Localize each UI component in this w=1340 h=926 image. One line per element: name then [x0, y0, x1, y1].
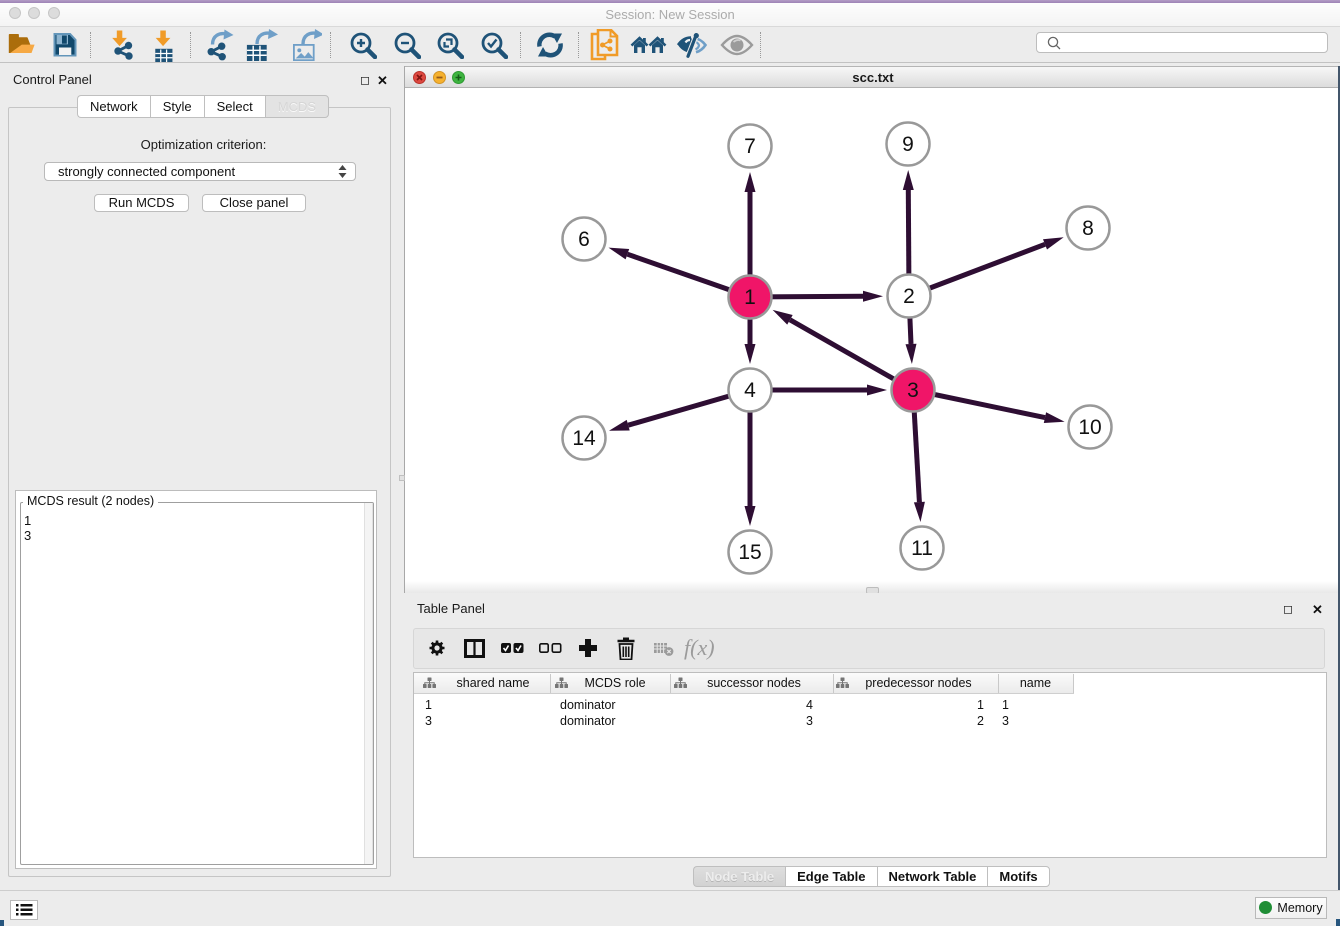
svg-text:4: 4	[744, 379, 756, 402]
svg-text:9: 9	[902, 133, 914, 156]
svg-text:10: 10	[1078, 416, 1101, 439]
svg-text:15: 15	[738, 541, 761, 564]
svg-text:14: 14	[572, 427, 596, 450]
svg-text:6: 6	[578, 228, 590, 251]
svg-text:f(x): f(x)	[684, 635, 715, 660]
svg-text:7: 7	[744, 135, 756, 158]
svg-text:8: 8	[1082, 217, 1094, 240]
svg-text:11: 11	[911, 537, 933, 560]
svg-text:2: 2	[903, 285, 915, 308]
svg-text:1: 1	[744, 286, 756, 309]
svg-text:3: 3	[907, 379, 919, 402]
